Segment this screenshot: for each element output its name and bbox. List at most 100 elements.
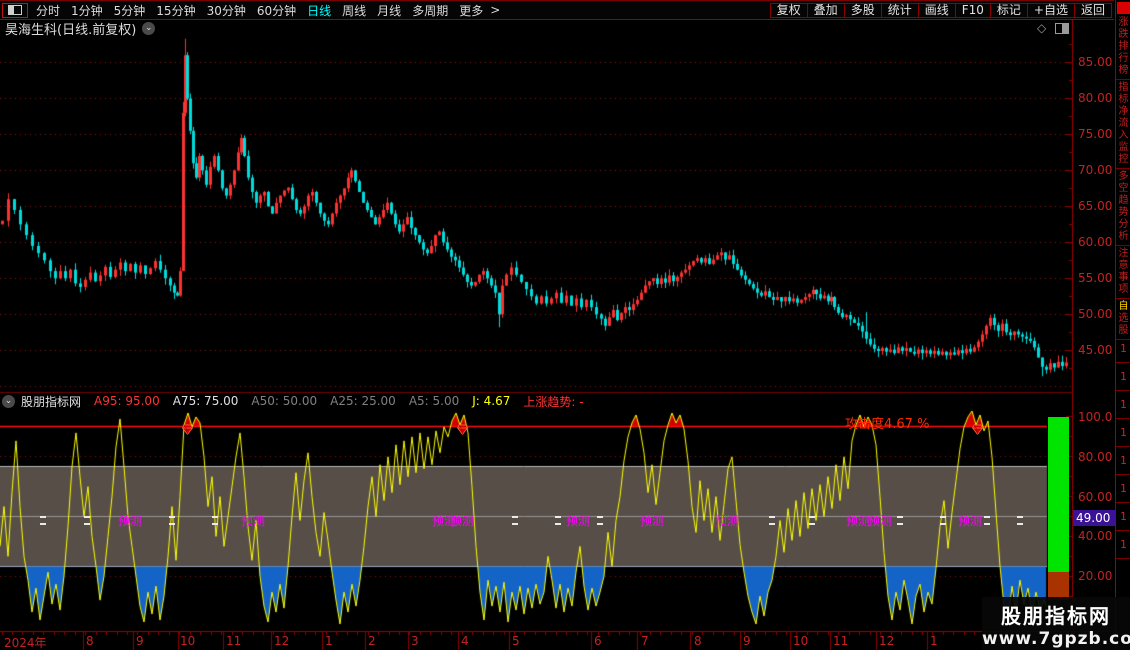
toolbar-button-+自选[interactable]: +自选 (1026, 2, 1075, 18)
period-tab-60分钟[interactable]: 60分钟 (257, 2, 296, 19)
price-axis-label: 55.00 (1078, 271, 1113, 286)
period-tab-5分钟[interactable]: 5分钟 (114, 2, 146, 19)
toolbar-button-返回[interactable]: 返回 (1073, 2, 1112, 18)
strip-char: 析 (1118, 231, 1129, 242)
period-tab-分时[interactable]: 分时 (36, 2, 60, 19)
watermark-url: www.7gpzb.com (982, 629, 1130, 649)
forecast-label: 预测 (845, 514, 871, 528)
price-axis-label: 50.00 (1078, 307, 1113, 322)
strip-separator (1116, 339, 1130, 340)
strip-char: 选 (1118, 313, 1129, 324)
month-label: 7 (641, 634, 649, 648)
month-label: 2024年 (4, 636, 47, 650)
period-tab-日线[interactable]: 日线 (307, 2, 331, 19)
equals-marker (84, 516, 90, 525)
strip-separator (1116, 446, 1130, 447)
gem-marker-icon (457, 420, 468, 436)
indicator-value-label: A75: 75.00 (172, 394, 239, 408)
chevron-down-icon[interactable]: ⌄ (142, 21, 156, 35)
indicator-value-label: A50: 50.00 (251, 394, 318, 408)
orange-strength-bar (1048, 572, 1069, 600)
price-axis-label: 60.00 (1078, 235, 1113, 250)
chevron-right-icon[interactable]: > (490, 3, 500, 17)
chevron-down-icon[interactable]: ⌄ (2, 394, 15, 408)
gem-marker-icon (182, 420, 193, 436)
toolbar-button-画线[interactable]: 画线 (917, 2, 956, 18)
month-label: 8 (86, 634, 94, 648)
toolbar-button-统计[interactable]: 统计 (880, 2, 919, 18)
tdx-window: 分时 1分钟 5分钟 15分钟 30分钟 60分钟 日线 周线 月线 多周期 更多 > 复权 叠加 多股… (0, 0, 1130, 650)
price-axis-label: 85.00 (1078, 55, 1113, 70)
price-axis-label: 45.00 (1078, 343, 1113, 358)
strip-char: 控 (1118, 154, 1129, 165)
toolbar-button-多股[interactable]: 多股 (843, 2, 882, 18)
period-tab-1分钟[interactable]: 1分钟 (71, 2, 103, 19)
strip-tab-active[interactable]: 自 (1119, 301, 1129, 313)
equals-marker (597, 516, 603, 525)
period-tab-30分钟[interactable]: 30分钟 (207, 2, 246, 19)
forecast-label: 预测 (957, 514, 983, 528)
strip-char: 入 (1118, 130, 1129, 141)
indicator-axis-label: 80.00 (1078, 449, 1113, 464)
strip-separator (1116, 530, 1130, 531)
strip-char: 意 (1118, 260, 1129, 271)
strip-char: 趋 (1118, 195, 1129, 206)
forecast-label: 预测 (714, 514, 740, 528)
strip-separator (1116, 502, 1130, 503)
toolbar-button-叠加[interactable]: 叠加 (806, 2, 845, 18)
strip-char: 指 (1118, 82, 1129, 93)
indicator-value-label: A95: 95.00 (94, 394, 160, 408)
watermark: 股朋指标网 www.7gpzb.com (982, 597, 1130, 650)
strip-digit: 1 (1120, 342, 1127, 355)
forecast-label: 预测 (565, 514, 591, 528)
strip-separator (1116, 390, 1130, 391)
toolbar-button-标记[interactable]: 标记 (989, 2, 1028, 18)
equals-marker (940, 516, 946, 525)
equals-marker (169, 516, 175, 525)
indicator-axis-label: 60.00 (1078, 489, 1113, 504)
equals-marker (212, 516, 218, 525)
period-tab-更多[interactable]: 更多 (459, 2, 483, 19)
strip-char: 净 (1118, 106, 1129, 117)
strip-char: 涨 (1118, 17, 1129, 28)
forecast-label: 预测 (449, 514, 475, 528)
indicator-axis-label: 20.00 (1078, 569, 1113, 584)
month-label: 4 (461, 634, 469, 648)
forecast-label: 预测 (117, 514, 143, 528)
strip-separator (1116, 168, 1130, 169)
strip-char: 排 (1118, 41, 1129, 52)
strip-char: 监 (1118, 142, 1129, 153)
period-tab-15分钟[interactable]: 15分钟 (156, 2, 195, 19)
indicator-value-label: A25: 25.00 (330, 394, 396, 408)
strip-char: 榜 (1118, 65, 1129, 76)
toolbar-buttons: 复权 叠加 多股 统计 画线 F10 标记 +自选 返回 (769, 2, 1112, 18)
period-tab-月线[interactable]: 月线 (377, 2, 401, 19)
period-tab-周线[interactable]: 周线 (342, 2, 366, 19)
equals-marker (769, 516, 775, 525)
green-strength-bar (1048, 417, 1069, 572)
month-label: 9 (743, 634, 751, 648)
equals-marker (555, 516, 561, 525)
indicator-axis-label: 100.0 (1078, 409, 1113, 424)
toolbar-button-F10[interactable]: F10 (954, 2, 991, 18)
strip-char: 股 (1118, 325, 1129, 336)
strip-separator (1116, 474, 1130, 475)
indicator-header: ⌄ 股朋指标网 A95: 95.00 A75: 75.00 A50: 50.00 A25… (0, 393, 1072, 409)
window-pane-button[interactable] (2, 2, 28, 18)
equals-marker (984, 516, 990, 525)
period-tab-多周期[interactable]: 多周期 (412, 2, 448, 19)
toolbar-button-复权[interactable]: 复权 (769, 2, 808, 18)
chart-canvas[interactable] (0, 0, 1130, 650)
price-axis-label: 65.00 (1078, 199, 1113, 214)
month-label: 6 (594, 634, 602, 648)
equals-marker (40, 516, 46, 525)
attack-label: 攻击度4.67 % (845, 417, 930, 432)
forecast-label: 预测 (240, 514, 266, 528)
watermark-site-name: 股朋指标网 (1001, 604, 1111, 628)
month-label: 10 (793, 634, 809, 648)
month-label: 10 (180, 634, 196, 648)
layout-icon[interactable] (1055, 23, 1069, 34)
diamond-icon[interactable]: ◇ (1037, 21, 1046, 35)
month-label: 8 (694, 634, 702, 648)
strip-separator (1116, 558, 1130, 559)
